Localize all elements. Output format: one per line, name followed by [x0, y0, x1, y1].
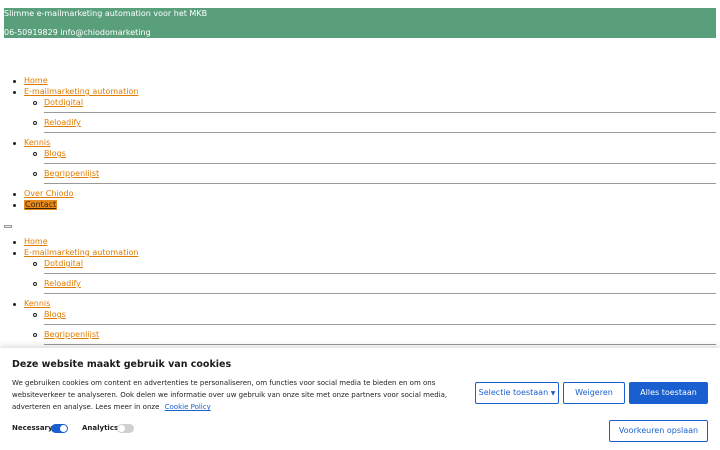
mobile-submenu-blogs-wrap: Blogs: [33, 310, 66, 320]
caret-down-icon: ▼: [550, 390, 556, 397]
toggle-knob: [118, 425, 125, 432]
cookie-title: Deze website maakt gebruik van cookies: [12, 359, 232, 370]
mobile-submenu-item-blogs[interactable]: Blogs: [44, 310, 66, 319]
divider: [44, 132, 716, 133]
mobile-submenu-begrippenlijst-wrap: Begrippenlijst: [33, 330, 99, 340]
cookie-text-block: We gebruiken cookies om content en adver…: [12, 377, 462, 413]
allow-all-button[interactable]: Alles toestaan: [629, 382, 708, 404]
circle-bullet-icon: [33, 282, 37, 286]
circle-bullet-icon: [33, 262, 37, 266]
submenu-item-reloadify[interactable]: Reloadify: [44, 118, 81, 127]
divider: [44, 112, 716, 113]
bullet-icon: [13, 80, 16, 83]
divider: [44, 183, 716, 184]
menu-toggle-button[interactable]: [4, 225, 12, 228]
toggle-knob: [60, 425, 67, 432]
divider: [44, 324, 716, 325]
menu-item-over-chiodo[interactable]: Over Chiodo: [24, 189, 74, 199]
necessary-toggle[interactable]: [51, 424, 68, 433]
circle-bullet-icon: [33, 152, 37, 156]
allow-selection-label: Selectie toestaan: [478, 388, 549, 397]
divider: [44, 293, 716, 294]
submenu-item-dotdigital-wrap: Dotdigital: [33, 98, 83, 108]
mobile-submenu-item-begrippenlijst[interactable]: Begrippenlijst: [44, 330, 99, 339]
contact-line: 06-50919829 info@chiodomarketing: [4, 28, 151, 37]
divider: [44, 344, 716, 345]
mobile-submenu-item-dotdigital[interactable]: Dotdigital: [44, 259, 83, 268]
submenu-item-begrippenlijst[interactable]: Begrippenlijst: [44, 169, 99, 178]
circle-bullet-icon: [33, 313, 37, 317]
tagline: Slimme e-mailmarketing automation voor h…: [4, 9, 208, 18]
refuse-button[interactable]: Weigeren: [563, 382, 625, 404]
circle-bullet-icon: [33, 101, 37, 105]
submenu-item-blogs[interactable]: Blogs: [44, 149, 66, 158]
mobile-menu-item-home[interactable]: Home: [24, 237, 48, 247]
bullet-icon: [13, 241, 16, 244]
divider: [44, 163, 716, 164]
menu-item-emailmarketing[interactable]: E-mailmarketing automation: [24, 87, 138, 97]
cookie-description: We gebruiken cookies om content en adver…: [12, 379, 448, 411]
menu-item-kennis[interactable]: Kennis: [24, 138, 50, 148]
mobile-submenu-dotdigital-wrap: Dotdigital: [33, 259, 83, 269]
cookie-policy-link[interactable]: Cookie Policy: [165, 403, 211, 411]
bullet-icon: [13, 193, 16, 196]
circle-bullet-icon: [33, 333, 37, 337]
mobile-submenu-item-reloadify[interactable]: Reloadify: [44, 279, 81, 288]
menu-item-contact[interactable]: Contact: [24, 200, 58, 210]
save-preferences-button[interactable]: Voorkeuren opslaan: [609, 420, 708, 442]
top-bar: Slimme e-mailmarketing automation voor h…: [4, 8, 716, 38]
bullet-icon: [13, 303, 16, 306]
submenu-item-blogs-wrap: Blogs: [33, 149, 66, 159]
bullet-icon: [13, 142, 16, 145]
mobile-submenu-reloadify-wrap: Reloadify: [33, 279, 81, 289]
bullet-icon: [13, 91, 16, 94]
mobile-menu-item-emailmarketing[interactable]: E-mailmarketing automation: [24, 248, 138, 258]
divider: [44, 273, 716, 274]
allow-selection-button[interactable]: Selectie toestaan ▼: [475, 382, 559, 404]
cookie-banner: Deze website maakt gebruik van cookies W…: [0, 348, 720, 450]
analytics-label: Analytics: [82, 424, 119, 432]
submenu-item-dotdigital[interactable]: Dotdigital: [44, 98, 83, 107]
analytics-toggle[interactable]: [117, 424, 134, 433]
bullet-icon: [13, 204, 16, 207]
mobile-menu-item-kennis[interactable]: Kennis: [24, 299, 50, 309]
submenu-item-begrippenlijst-wrap: Begrippenlijst: [33, 169, 99, 179]
submenu-item-reloadify-wrap: Reloadify: [33, 118, 81, 128]
bullet-icon: [13, 252, 16, 255]
circle-bullet-icon: [33, 121, 37, 125]
menu-item-home[interactable]: Home: [24, 76, 48, 86]
necessary-label: Necessary: [12, 424, 53, 432]
circle-bullet-icon: [33, 172, 37, 176]
